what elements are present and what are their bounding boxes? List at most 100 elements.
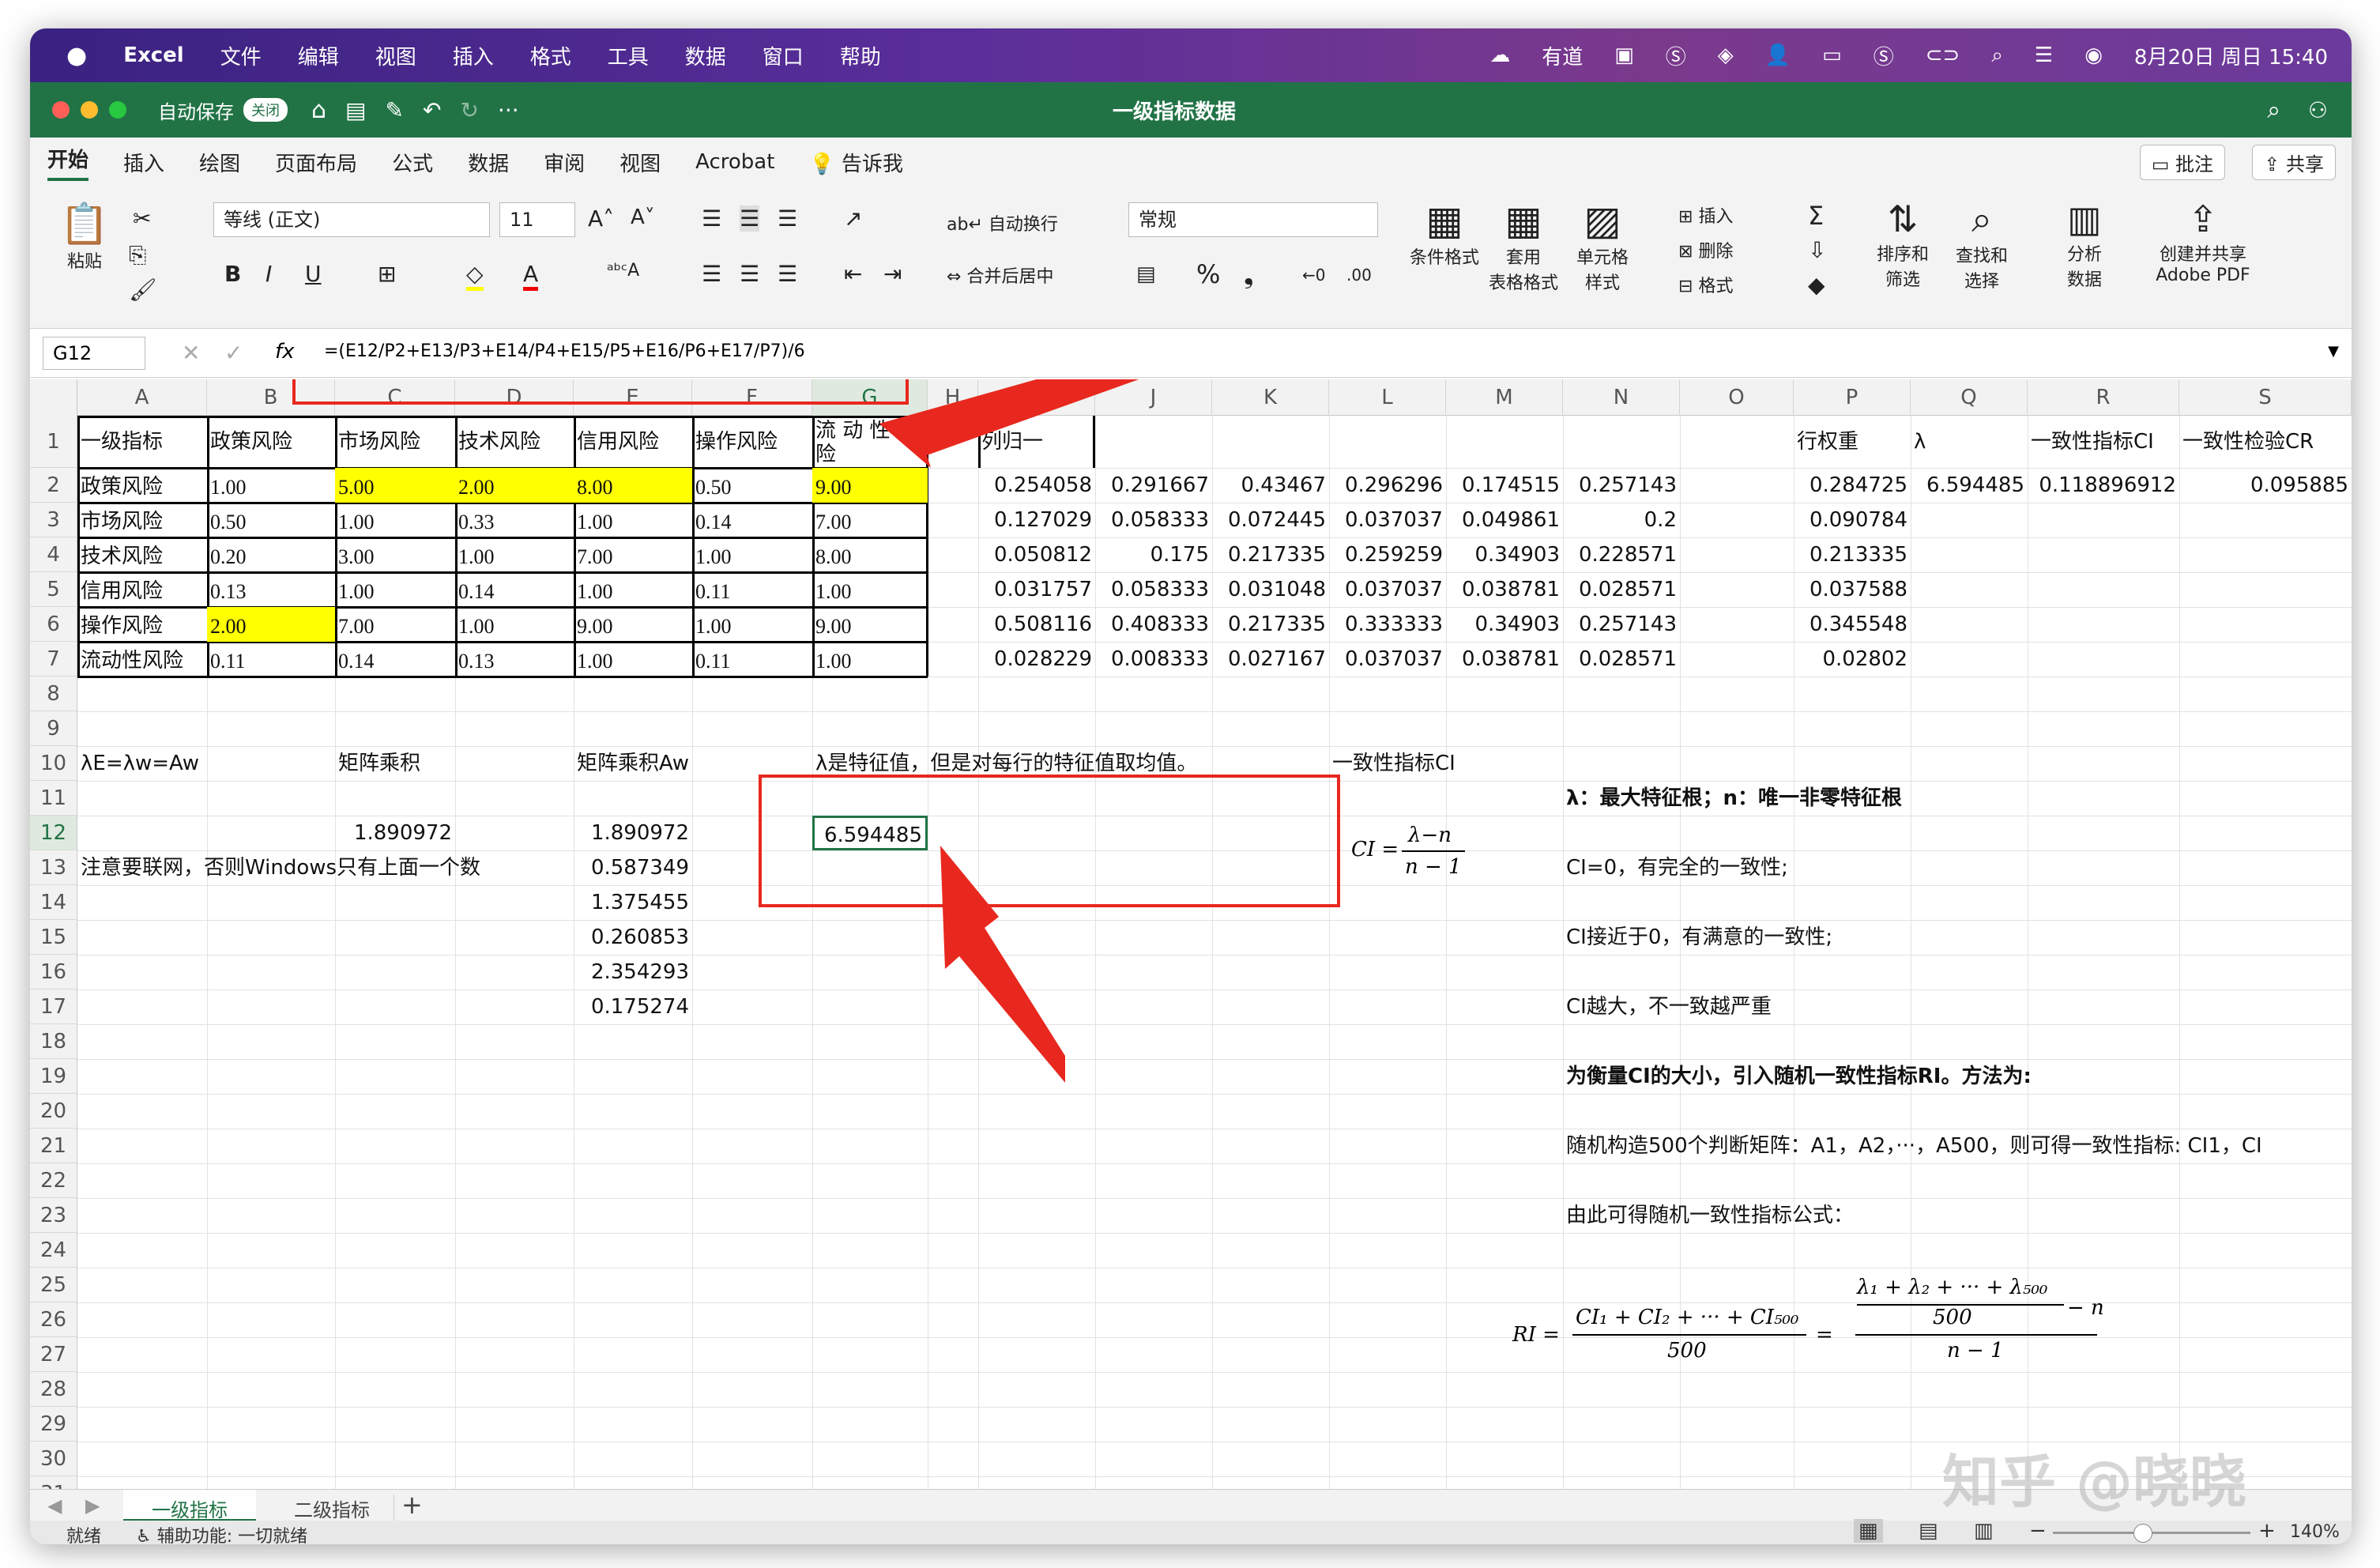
share-button[interactable]: ⇪ 共享 bbox=[2252, 144, 2336, 180]
paste-button[interactable]: 📋 粘贴 bbox=[57, 201, 112, 273]
document-title[interactable]: 一级指标数据 bbox=[1113, 96, 1236, 125]
search-icon[interactable]: ⌕ bbox=[2267, 96, 2280, 124]
edit-icon[interactable]: ✎ bbox=[386, 97, 404, 123]
comma-icon[interactable]: ❟ bbox=[1244, 259, 1254, 290]
menu-view[interactable]: 视图 bbox=[375, 41, 416, 70]
menu-format[interactable]: 格式 bbox=[530, 41, 571, 70]
sheet-tab-level1[interactable]: 一级指标 bbox=[123, 1490, 256, 1521]
menu-tools[interactable]: 工具 bbox=[608, 41, 649, 70]
align-left-icon[interactable]: ☰ bbox=[702, 261, 721, 287]
select-all-corner[interactable] bbox=[30, 379, 77, 416]
currency-icon[interactable]: ▤ bbox=[1136, 262, 1156, 286]
app-icon[interactable]: Ⓢ bbox=[1873, 41, 1894, 70]
close-icon[interactable] bbox=[52, 101, 70, 119]
conditional-format-button[interactable]: ▦ 条件格式 bbox=[1405, 198, 1484, 269]
italic-button[interactable]: I bbox=[265, 261, 272, 287]
accessibility-status[interactable]: ♿ 辅助功能: 一切就绪 bbox=[136, 1522, 307, 1544]
enter-icon[interactable]: ✓ bbox=[224, 340, 243, 366]
cloud-icon[interactable]: ☁ bbox=[1489, 43, 1510, 67]
tab-data[interactable]: 数据 bbox=[468, 148, 509, 177]
number-format-select[interactable]: 常规 bbox=[1128, 202, 1378, 237]
delete-cells-button[interactable]: ⊠ 删除 bbox=[1678, 237, 1733, 262]
align-top-icon[interactable]: ☰ bbox=[702, 205, 721, 232]
zoom-slider-thumb[interactable] bbox=[2133, 1524, 2152, 1543]
copy-icon[interactable]: ⎘ bbox=[129, 242, 146, 269]
photo-icon[interactable]: ▣ bbox=[1614, 43, 1634, 67]
cell-styles-button[interactable]: ▨ 单元格 样式 bbox=[1563, 198, 1642, 294]
control-center-icon[interactable]: ☰ bbox=[2035, 43, 2053, 67]
cancel-icon[interactable]: ✕ bbox=[182, 340, 200, 366]
menu-window[interactable]: 窗口 bbox=[763, 41, 804, 70]
menu-insert[interactable]: 插入 bbox=[453, 41, 494, 70]
orientation-icon[interactable]: ↗ bbox=[844, 205, 862, 232]
tab-review[interactable]: 审阅 bbox=[544, 148, 585, 177]
autosum-icon[interactable]: Σ bbox=[1808, 201, 1824, 231]
battery-icon[interactable]: ▭ bbox=[1822, 43, 1842, 67]
border-icon[interactable]: ⊞ bbox=[378, 261, 396, 287]
zoom-out-icon[interactable]: − bbox=[2029, 1519, 2047, 1543]
font-color-icon[interactable]: A bbox=[523, 261, 539, 291]
align-bottom-icon[interactable]: ☰ bbox=[778, 205, 797, 232]
format-painter-icon[interactable]: 🖌 bbox=[129, 277, 157, 303]
decrease-decimal-icon[interactable]: .00 bbox=[1346, 266, 1372, 285]
skype-icon[interactable]: Ⓢ bbox=[1666, 41, 1686, 70]
tab-home[interactable]: 开始 bbox=[47, 144, 89, 181]
page-break-icon[interactable]: ▥ bbox=[1974, 1519, 1994, 1543]
scroll-right-icon[interactable]: ▶ bbox=[85, 1494, 100, 1517]
phonetic-icon[interactable]: ᵃᵇᶜA bbox=[607, 261, 639, 281]
menu-file[interactable]: 文件 bbox=[220, 41, 262, 70]
find-select-button[interactable]: ⌕ 查找和 选择 bbox=[1942, 198, 2021, 292]
menu-data[interactable]: 数据 bbox=[685, 41, 726, 70]
clear-icon[interactable]: ◆ bbox=[1808, 272, 1825, 298]
add-sheet-icon[interactable]: + bbox=[401, 1490, 423, 1520]
fill-icon[interactable]: ⇩ bbox=[1808, 237, 1826, 263]
siri-icon[interactable]: ◉ bbox=[2084, 43, 2103, 67]
normal-view-icon[interactable]: ▦ bbox=[1854, 1519, 1883, 1543]
tab-page-layout[interactable]: 页面布局 bbox=[275, 148, 357, 177]
merge-center-button[interactable]: ⇔ 合并后居中 bbox=[947, 262, 1053, 288]
wrap-text-button[interactable]: ab↵ 自动换行 bbox=[947, 210, 1058, 236]
home-icon[interactable]: ⌂ bbox=[311, 96, 326, 124]
tab-formulas[interactable]: 公式 bbox=[392, 148, 433, 177]
tab-view[interactable]: 视图 bbox=[619, 148, 661, 177]
decrease-font-icon[interactable]: A˅ bbox=[631, 205, 655, 229]
tab-draw[interactable]: 绘图 bbox=[199, 148, 240, 177]
fill-color-icon[interactable]: ◇ bbox=[466, 261, 484, 291]
autosave-toggle[interactable]: 关闭 bbox=[243, 98, 288, 122]
align-center-icon[interactable]: ☰ bbox=[740, 261, 759, 287]
youdao-label[interactable]: 有道 bbox=[1542, 41, 1583, 70]
zoom-in-icon[interactable]: + bbox=[2258, 1519, 2276, 1543]
align-middle-icon[interactable]: ☰ bbox=[740, 205, 760, 232]
format-table-button[interactable]: ▦ 套用 表格格式 bbox=[1484, 198, 1563, 294]
search-icon[interactable]: ⌕ bbox=[1991, 43, 2003, 68]
indent-decrease-icon[interactable]: ⇤ bbox=[844, 261, 862, 287]
percent-icon[interactable]: % bbox=[1196, 259, 1220, 289]
menu-help[interactable]: 帮助 bbox=[840, 41, 881, 70]
sheet-tab-level2[interactable]: 二级指标 bbox=[270, 1494, 394, 1522]
expand-formula-icon[interactable]: ▼ bbox=[2328, 343, 2339, 360]
font-size-select[interactable]: 11 bbox=[499, 202, 575, 237]
link-icon[interactable]: ⊂⊃ bbox=[1926, 43, 1960, 67]
cut-icon[interactable]: ✂ bbox=[133, 205, 151, 232]
format-cells-button[interactable]: ⊟ 格式 bbox=[1678, 272, 1733, 297]
indent-increase-icon[interactable]: ⇥ bbox=[883, 261, 902, 287]
analyze-data-button[interactable]: ▥ 分析 数据 bbox=[2045, 198, 2124, 291]
formula-input[interactable]: =(E12/P2+E13/P3+E14/P4+E15/P5+E16/P6+E17… bbox=[324, 341, 805, 361]
adobe-pdf-button[interactable]: ⇪ 创建并共享 Adobe PDF bbox=[2132, 198, 2274, 285]
zoom-icon[interactable] bbox=[109, 101, 126, 119]
tab-tell-me[interactable]: 💡 告诉我 bbox=[809, 148, 903, 177]
underline-button[interactable]: U bbox=[305, 261, 322, 287]
name-box[interactable]: G12 bbox=[43, 337, 145, 370]
zoom-level[interactable]: 140% bbox=[2290, 1522, 2340, 1542]
align-right-icon[interactable]: ☰ bbox=[778, 261, 797, 287]
menu-edit[interactable]: 编辑 bbox=[298, 41, 339, 70]
minimize-icon[interactable] bbox=[81, 101, 98, 119]
more-icon[interactable]: ··· bbox=[498, 97, 519, 123]
tab-acrobat[interactable]: Acrobat bbox=[695, 150, 774, 174]
insert-cells-button[interactable]: ⊞ 插入 bbox=[1678, 202, 1733, 228]
user-icon[interactable]: 👤 bbox=[1765, 43, 1791, 67]
tab-insert[interactable]: 插入 bbox=[123, 148, 164, 177]
app-name[interactable]: Excel bbox=[123, 43, 184, 67]
page-layout-icon[interactable]: ▤ bbox=[1919, 1519, 1938, 1543]
comments-button[interactable]: ▭ 批注 bbox=[2139, 144, 2225, 180]
